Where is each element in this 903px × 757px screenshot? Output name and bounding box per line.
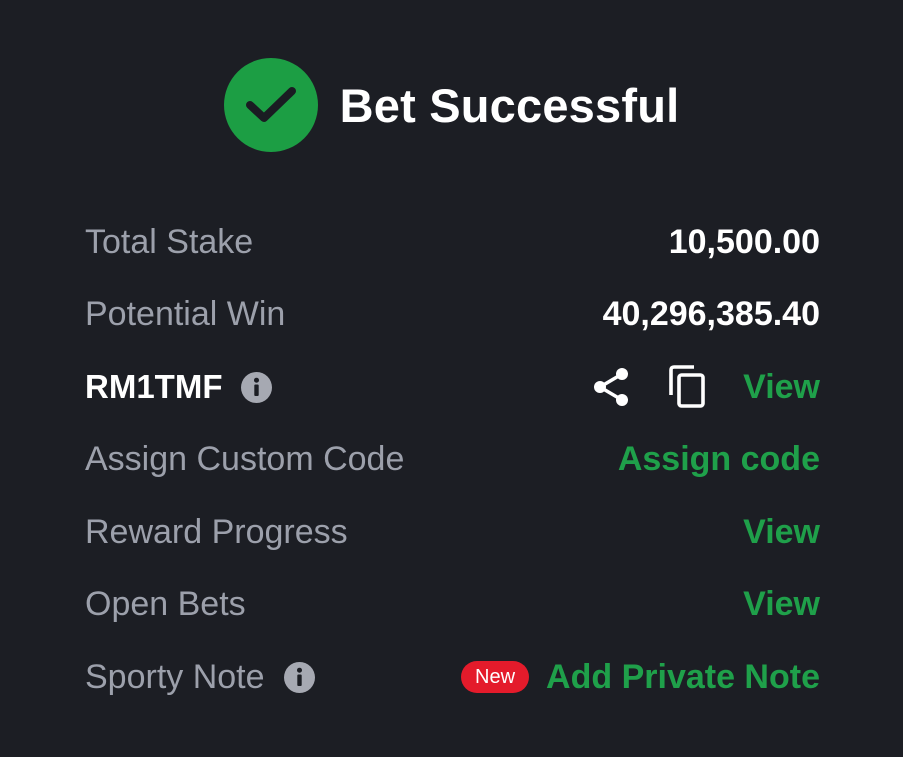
custom-code-row: Assign Custom Code Assign code [85, 424, 820, 497]
open-bets-row: Open Bets View [85, 569, 820, 642]
reward-progress-view-link[interactable]: View [743, 513, 820, 552]
bet-summary-list: Total Stake 10,500.00 Potential Win 40,2… [85, 206, 820, 714]
info-icon[interactable] [283, 661, 316, 694]
success-header: Bet Successful [0, 57, 903, 153]
sporty-note-actions: New Add Private Note [461, 658, 820, 697]
page-title: Bet Successful [339, 78, 680, 132]
assign-code-link[interactable]: Assign code [618, 440, 820, 479]
reward-progress-row: Reward Progress View [85, 496, 820, 569]
sporty-note-label: Sporty Note [85, 657, 265, 696]
booking-code-actions: View [591, 365, 820, 409]
total-stake-value: 10,500.00 [668, 222, 820, 261]
potential-win-value: 40,296,385.40 [602, 295, 820, 334]
potential-win-row: Potential Win 40,296,385.40 [85, 279, 820, 352]
sporty-note-group: Sporty Note [85, 658, 316, 697]
booking-code-group: RM1TMF [85, 368, 273, 406]
info-icon[interactable] [240, 371, 273, 404]
total-stake-row: Total Stake 10,500.00 [85, 206, 820, 279]
share-icon[interactable] [591, 366, 631, 408]
open-bets-label: Open Bets [85, 585, 246, 624]
potential-win-label: Potential Win [85, 295, 286, 334]
open-bets-view-link[interactable]: View [743, 585, 820, 624]
add-private-note-link[interactable]: Add Private Note [546, 658, 820, 697]
total-stake-label: Total Stake [85, 222, 254, 261]
reward-progress-label: Reward Progress [85, 512, 348, 551]
booking-code-row: RM1TMF View [85, 351, 820, 424]
copy-icon[interactable] [667, 365, 707, 409]
booking-code-label: RM1TMF [85, 368, 223, 406]
check-circle-icon [223, 58, 318, 152]
view-booking-link[interactable]: View [743, 368, 820, 407]
new-badge: New [461, 661, 530, 694]
custom-code-label: Assign Custom Code [85, 440, 405, 479]
sporty-note-row: Sporty Note New Add Private Note [85, 641, 820, 714]
